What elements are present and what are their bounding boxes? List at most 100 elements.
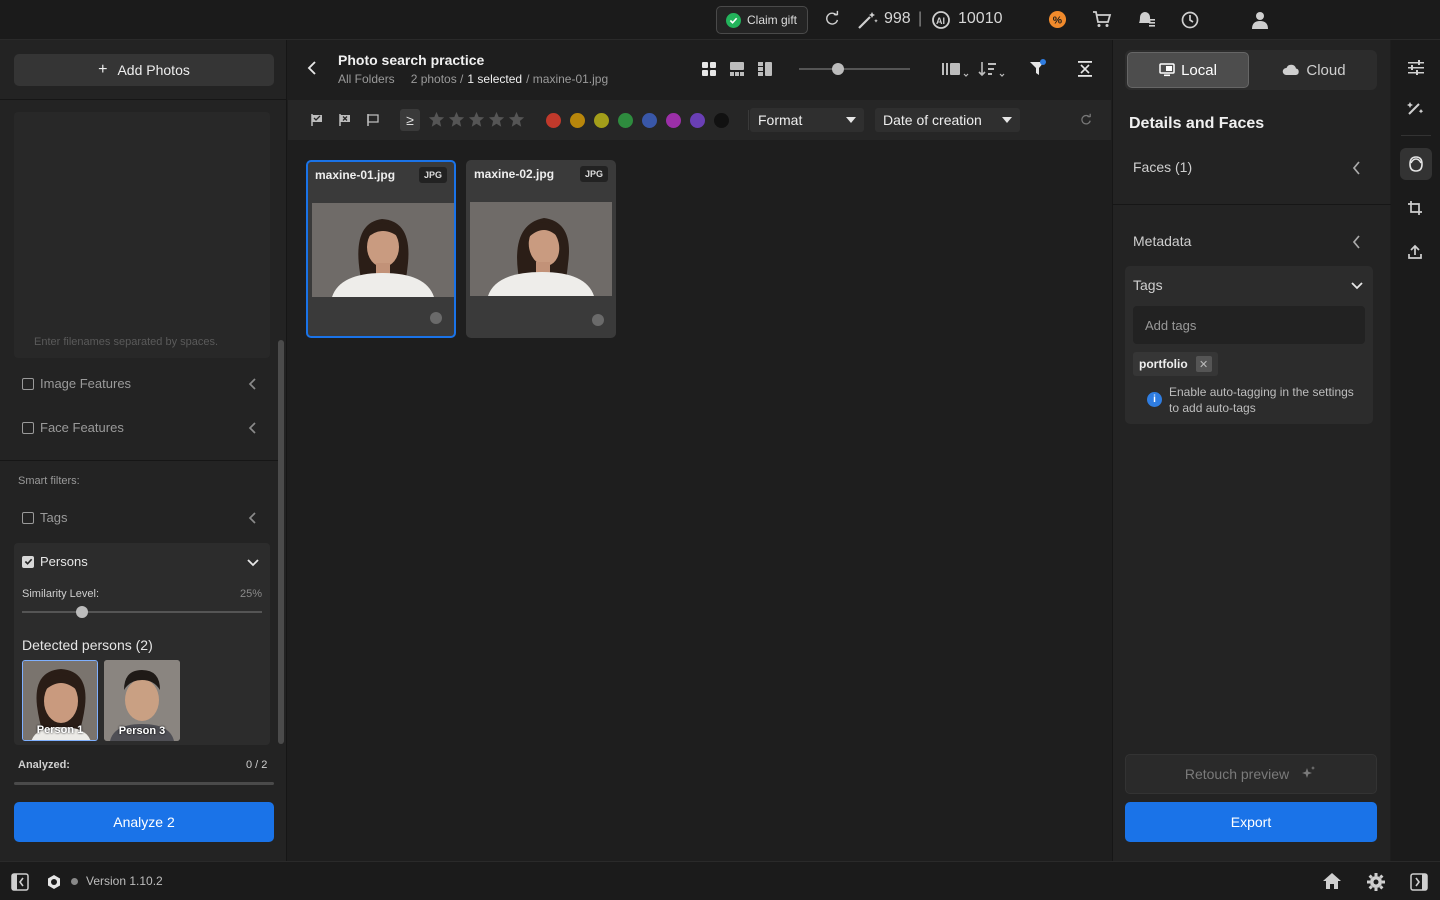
crop-icon[interactable] bbox=[1407, 200, 1423, 216]
similarity-slider-handle[interactable] bbox=[76, 606, 88, 618]
retouch-wand-icon[interactable] bbox=[1407, 100, 1425, 116]
chevron-left-icon[interactable] bbox=[247, 377, 259, 391]
color-label-filter[interactable] bbox=[594, 113, 609, 128]
collapse-right-panel-icon[interactable] bbox=[1410, 873, 1428, 891]
face-tool-button[interactable] bbox=[1400, 148, 1432, 180]
photo-status-dot bbox=[430, 312, 442, 324]
star-icon[interactable] bbox=[508, 111, 525, 128]
info-icon: i bbox=[1147, 392, 1162, 407]
breadcrumb-file: / maxine-01.jpg bbox=[526, 72, 609, 86]
similarity-label: Similarity Level: bbox=[22, 588, 100, 600]
color-label-filter[interactable] bbox=[666, 113, 681, 128]
discount-badge-icon[interactable]: % bbox=[1048, 10, 1067, 29]
refresh-icon[interactable] bbox=[823, 10, 841, 28]
user-account-icon[interactable] bbox=[1250, 10, 1270, 30]
settings-gear-icon[interactable] bbox=[1366, 872, 1386, 892]
star-icon[interactable] bbox=[468, 111, 485, 128]
adjustments-icon[interactable] bbox=[1407, 59, 1425, 75]
checkbox-icon[interactable] bbox=[22, 377, 34, 390]
divider bbox=[0, 460, 278, 461]
person-label: Person 3 bbox=[118, 725, 166, 737]
person-thumbnail[interactable]: Person 1 bbox=[22, 660, 98, 741]
photo-card[interactable]: maxine-01.jpg JPG bbox=[306, 160, 456, 338]
checkbox-checked-icon[interactable] bbox=[22, 555, 34, 568]
chevron-left-icon[interactable] bbox=[1351, 234, 1363, 250]
export-button[interactable]: Export bbox=[1125, 802, 1377, 842]
date-dropdown[interactable]: Date of creation bbox=[875, 108, 1020, 132]
chevron-left-icon[interactable] bbox=[247, 511, 259, 525]
sparkle-icon bbox=[1302, 766, 1316, 778]
chevron-down-icon[interactable] bbox=[1350, 281, 1364, 291]
face-features-label: Face Features bbox=[40, 420, 124, 435]
chevron-left-icon[interactable] bbox=[1351, 160, 1363, 176]
sort-icon[interactable] bbox=[978, 60, 1006, 78]
tags-filter-label: Tags bbox=[40, 510, 68, 525]
rating-stars[interactable] bbox=[428, 111, 525, 128]
smart-filters-label: Smart filters: bbox=[18, 475, 80, 487]
metadata-section[interactable]: Metadata bbox=[1133, 233, 1191, 249]
person-thumbnail[interactable]: Person 3 bbox=[104, 660, 180, 741]
filename-search-input[interactable]: Enter filenames separated by spaces. bbox=[14, 112, 270, 358]
checkbox-icon[interactable] bbox=[22, 421, 34, 434]
retouch-preview-button[interactable]: Retouch preview bbox=[1125, 754, 1377, 794]
flag-unflagged-icon[interactable] bbox=[366, 113, 380, 127]
grid-view-icon[interactable] bbox=[701, 61, 717, 77]
thumbnail-size-slider-handle[interactable] bbox=[832, 63, 844, 75]
faces-section[interactable]: Faces (1) bbox=[1133, 159, 1192, 175]
analyze-button[interactable]: Analyze 2 bbox=[14, 802, 274, 842]
library-icon[interactable] bbox=[941, 60, 969, 78]
breadcrumb-all-folders[interactable]: All Folders bbox=[338, 72, 395, 86]
color-label-filter[interactable] bbox=[570, 113, 585, 128]
search-placeholder: Enter filenames separated by spaces. bbox=[34, 336, 219, 348]
star-icon[interactable] bbox=[428, 111, 445, 128]
color-label-filter[interactable] bbox=[546, 113, 561, 128]
cart-icon[interactable] bbox=[1092, 10, 1112, 28]
color-label-filter[interactable] bbox=[690, 113, 705, 128]
left-panel-scrollbar[interactable] bbox=[278, 340, 284, 744]
star-icon[interactable] bbox=[488, 111, 505, 128]
color-label-filter[interactable] bbox=[714, 113, 729, 128]
photo-card[interactable]: maxine-02.jpg JPG bbox=[466, 160, 616, 338]
compare-view-icon[interactable] bbox=[757, 61, 773, 77]
face-icon bbox=[1409, 156, 1423, 172]
tags-section-title[interactable]: Tags bbox=[1133, 277, 1163, 293]
filmstrip-view-icon[interactable] bbox=[729, 61, 745, 77]
cloud-tab[interactable]: Cloud bbox=[1253, 52, 1375, 88]
collapse-left-panel-icon[interactable] bbox=[11, 873, 29, 891]
local-tab[interactable]: Local bbox=[1127, 52, 1249, 88]
similarity-value: 25% bbox=[239, 588, 262, 600]
color-label-filter[interactable] bbox=[642, 113, 657, 128]
claim-gift-button[interactable]: Claim gift bbox=[716, 6, 808, 34]
remove-tag-icon[interactable]: ✕ bbox=[1195, 356, 1212, 372]
flag-pick-icon[interactable] bbox=[310, 113, 324, 127]
color-label-filter[interactable] bbox=[618, 113, 633, 128]
chevron-down-icon[interactable] bbox=[246, 557, 260, 569]
collapse-icon[interactable] bbox=[1077, 60, 1093, 78]
reset-filters-icon[interactable] bbox=[1079, 113, 1093, 127]
thumbnail-size-slider[interactable] bbox=[799, 68, 910, 70]
image-features-filter[interactable]: Image Features bbox=[22, 376, 131, 391]
svg-text:%: % bbox=[1053, 15, 1062, 26]
add-photos-button[interactable]: + Add Photos bbox=[14, 54, 274, 86]
chevron-left-icon[interactable] bbox=[247, 421, 259, 435]
rating-operator-button[interactable]: ≥ bbox=[400, 109, 420, 131]
format-dropdown[interactable]: Format bbox=[750, 108, 864, 132]
flag-reject-icon[interactable] bbox=[338, 113, 352, 127]
add-tags-input[interactable]: Add tags bbox=[1133, 306, 1365, 344]
home-icon[interactable] bbox=[1322, 872, 1342, 890]
auto-tag-info-text: Enable auto-tagging in the settings to a… bbox=[1169, 385, 1354, 415]
notifications-icon[interactable] bbox=[1136, 10, 1156, 28]
analyzed-value: 0 / 2 bbox=[246, 759, 268, 771]
share-upload-icon[interactable] bbox=[1407, 244, 1423, 260]
star-icon[interactable] bbox=[448, 111, 465, 128]
checkbox-icon[interactable] bbox=[22, 511, 34, 524]
tags-filter[interactable]: Tags bbox=[22, 510, 67, 525]
photo-filename: maxine-02.jpg bbox=[474, 167, 555, 181]
back-chevron-icon[interactable] bbox=[306, 60, 318, 76]
persons-filter[interactable]: Persons bbox=[22, 554, 88, 569]
similarity-slider[interactable] bbox=[22, 611, 262, 613]
face-features-filter[interactable]: Face Features bbox=[22, 420, 124, 435]
details-faces-title: Details and Faces bbox=[1129, 115, 1265, 132]
filter-active-icon[interactable] bbox=[1029, 59, 1047, 77]
history-icon[interactable] bbox=[1180, 10, 1200, 30]
